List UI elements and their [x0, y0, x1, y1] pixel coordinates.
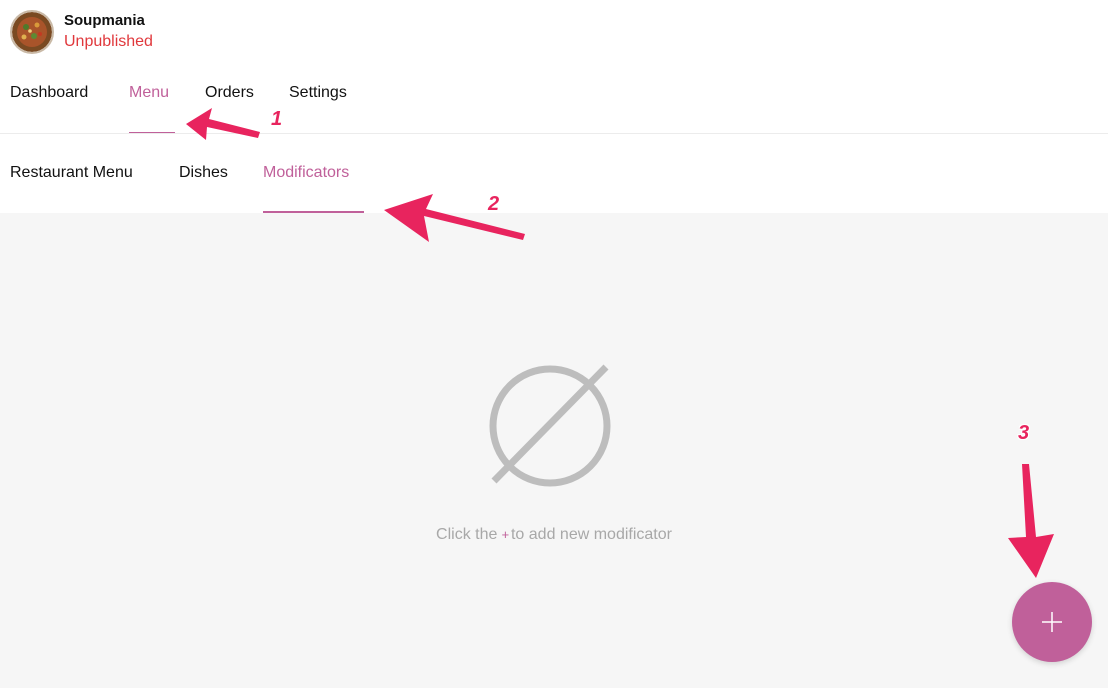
- plus-icon: [1042, 612, 1062, 632]
- annotation-number-3: 3: [1018, 422, 1030, 444]
- empty-state-message: Click the + to add new modificator: [0, 526, 1108, 544]
- sub-nav: Restaurant Menu Dishes Modificators: [0, 134, 1108, 213]
- soup-bowl-icon: [12, 12, 52, 52]
- publish-status: Unpublished: [64, 33, 153, 50]
- tab-orders[interactable]: Orders: [205, 84, 254, 134]
- empty-text-after: to add new modificator: [510, 526, 672, 543]
- tab-dashboard[interactable]: Dashboard: [10, 84, 88, 134]
- tab-menu[interactable]: Menu: [129, 84, 175, 134]
- subtab-restaurant-menu[interactable]: Restaurant Menu: [10, 164, 133, 213]
- empty-set-icon: [489, 364, 611, 487]
- annotation-number-1: 1: [271, 108, 283, 130]
- app-header: Soupmania Unpublished Dashboard Menu Ord…: [0, 0, 1108, 134]
- subtab-modificators[interactable]: Modificators: [263, 164, 364, 213]
- add-modificator-button[interactable]: [1012, 582, 1092, 662]
- empty-text-before: Click the: [436, 526, 498, 543]
- restaurant-avatar[interactable]: [10, 10, 54, 54]
- subtab-dishes[interactable]: Dishes: [179, 164, 228, 213]
- annotation-number-2: 2: [488, 193, 500, 215]
- tab-settings[interactable]: Settings: [289, 84, 347, 134]
- content-area: Click the + to add new modificator: [0, 213, 1108, 688]
- inline-plus-icon: +: [501, 527, 509, 542]
- restaurant-name: Soupmania: [64, 12, 145, 29]
